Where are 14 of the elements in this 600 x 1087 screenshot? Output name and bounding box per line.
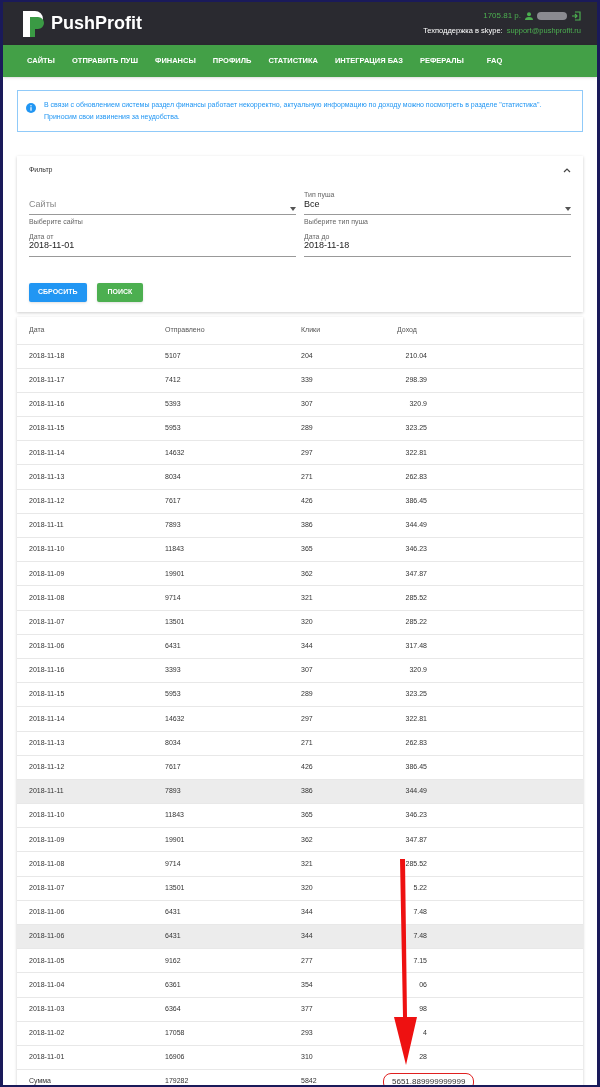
brand-name: PushProfit — [51, 12, 142, 35]
user-icon — [525, 12, 533, 21]
logout-icon[interactable] — [571, 11, 581, 22]
dropdown-icon — [565, 207, 571, 211]
info-icon — [26, 103, 36, 113]
total-value: 5651.889999999999 — [383, 1072, 475, 1085]
dropdown-icon — [290, 207, 296, 211]
balance: 1705.81 р. — [483, 10, 521, 23]
select-field[interactable]: Сайты — [29, 190, 296, 215]
chevron-icon[interactable] — [563, 167, 571, 173]
input-field[interactable]: 2018-11-18 — [304, 240, 571, 257]
select-field[interactable]: Все — [304, 199, 571, 215]
input-field[interactable]: 2018-11-01 — [29, 240, 296, 257]
redacted-name — [537, 12, 567, 21]
